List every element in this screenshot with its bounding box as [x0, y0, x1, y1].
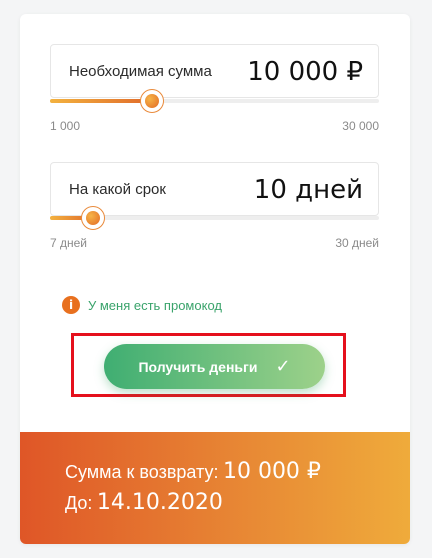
amount-slider-handle[interactable]	[139, 89, 164, 113]
amount-label: Необходимая сумма	[69, 63, 212, 80]
term-min-label: 7 дней	[50, 236, 88, 250]
amount-max-label: 30 000	[342, 119, 379, 133]
get-money-button[interactable]: Получить деньги ✓	[104, 344, 325, 389]
loan-calculator-card: Необходимая сумма 10 000 ₽ 1 000 30 000 …	[20, 14, 410, 544]
term-label: На какой срок	[69, 181, 166, 198]
info-icon: i	[62, 296, 80, 314]
term-max-label: 30 дней	[335, 236, 379, 250]
return-amount-value: 10 000 ₽	[222, 459, 321, 484]
term-value[interactable]: 10 дней	[254, 163, 363, 215]
promo-code-text: У меня есть промокод	[88, 297, 222, 313]
due-date-row: До: 14.10.2020	[65, 490, 223, 515]
amount-slider-track[interactable]	[50, 99, 379, 103]
amount-slider-fill	[50, 99, 152, 103]
promo-code-link[interactable]: i У меня есть промокод	[62, 295, 222, 315]
get-money-button-label: Получить деньги	[138, 358, 258, 375]
return-amount-label: Сумма к возврату:	[65, 462, 219, 482]
term-slider-handle[interactable]	[80, 206, 105, 230]
amount-value[interactable]: 10 000 ₽	[247, 45, 363, 97]
due-date-label: До:	[65, 493, 93, 513]
check-icon: ✓	[275, 356, 291, 377]
return-amount-row: Сумма к возврату: 10 000 ₽	[65, 459, 321, 484]
repayment-summary-panel: Сумма к возврату: 10 000 ₽ До: 14.10.202…	[20, 432, 410, 544]
amount-field[interactable]: Необходимая сумма 10 000 ₽	[50, 44, 379, 98]
amount-min-label: 1 000	[50, 119, 81, 133]
due-date-value: 14.10.2020	[96, 490, 223, 515]
